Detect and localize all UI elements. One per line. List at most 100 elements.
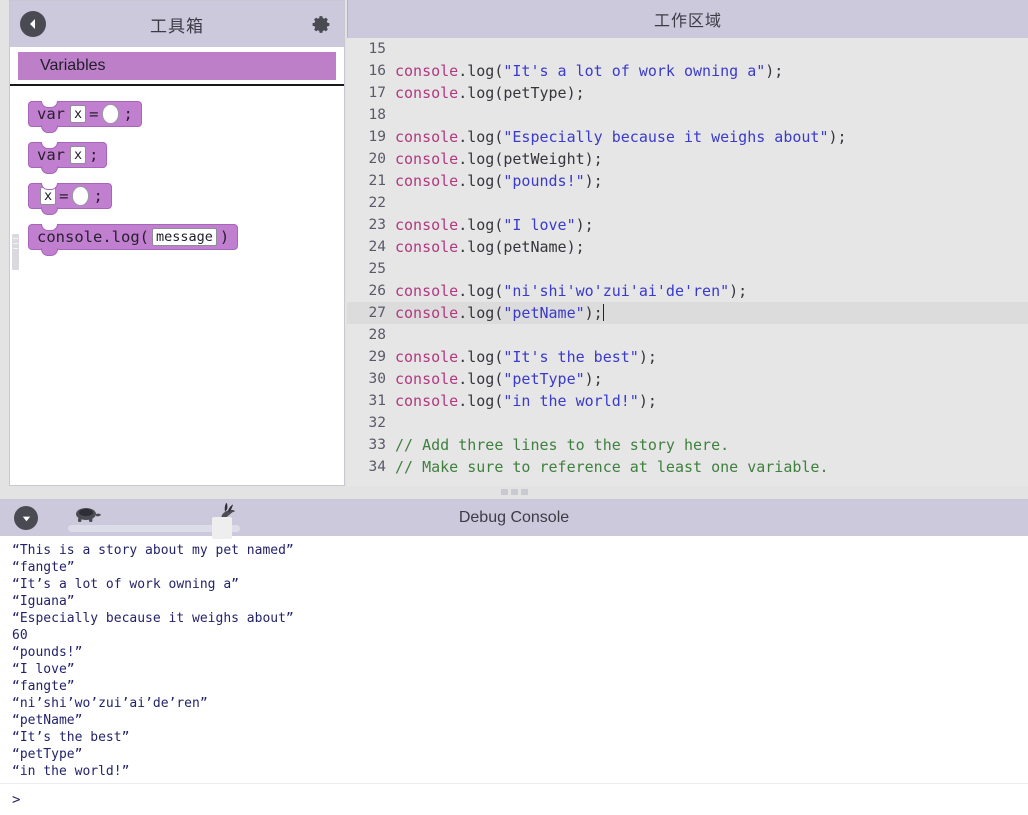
code-token-obj: console xyxy=(395,150,459,168)
code-line[interactable]: 23 console.log("I love"); xyxy=(347,214,1028,236)
code-line[interactable]: 32 xyxy=(347,412,1028,434)
code-token-id: petWeight xyxy=(503,150,585,168)
code-token-punc: ); xyxy=(575,216,594,234)
code-token-dot: . xyxy=(458,282,468,300)
code-line[interactable]: 28 xyxy=(347,324,1028,346)
console-output-line: “fangte” xyxy=(12,560,75,575)
code-line[interactable]: 33 // Add three lines to the story here. xyxy=(347,434,1028,456)
back-arrow-icon[interactable] xyxy=(20,11,46,37)
block-canvas[interactable]: var x = ; var x ; x = ; console.log(mes… xyxy=(10,86,344,485)
debug-console-input[interactable]: > xyxy=(0,783,1028,815)
workspace-title: 工作区域 xyxy=(653,11,722,30)
code-line[interactable]: 20 console.log(petWeight); xyxy=(347,148,1028,170)
speed-slider-thumb[interactable] xyxy=(212,517,232,539)
console-output-line: “petName” xyxy=(12,713,83,728)
code-token-dot: . xyxy=(458,172,468,190)
line-number: 18 xyxy=(368,107,386,123)
code-token-obj: console xyxy=(395,304,459,322)
code-line[interactable]: 31 console.log("in the world!"); xyxy=(347,390,1028,412)
code-line[interactable]: 34 // Make sure to reference at least one… xyxy=(347,456,1028,478)
code-line[interactable]: 26 console.log("ni'shi'wo'zui'ai'de'ren")… xyxy=(347,280,1028,302)
block-canvas-scrollbar[interactable] xyxy=(12,234,19,270)
code-token-obj: console xyxy=(395,282,459,300)
code-token-obj: console xyxy=(395,62,459,80)
block-field-x[interactable]: x xyxy=(70,146,87,164)
block-operator-equals: = xyxy=(89,105,99,123)
console-output-line: “Especially because it weighs about” xyxy=(12,611,294,626)
code-token-punc: ); xyxy=(638,392,657,410)
line-number: 19 xyxy=(368,129,386,145)
code-token-dot: . xyxy=(458,370,468,388)
top-region: 工具箱 Variables var x = ; var x ; x = ; co… xyxy=(0,0,1028,497)
toolbox-panel: 工具箱 Variables var x = ; var x ; x = ; co… xyxy=(9,0,345,486)
line-number: 27 xyxy=(368,305,386,321)
block-var-declare[interactable]: var x ; xyxy=(28,141,108,174)
code-token-punc: ); xyxy=(828,128,847,146)
panel-splitter[interactable] xyxy=(0,486,1028,497)
code-line[interactable]: 18 xyxy=(347,104,1028,126)
code-line[interactable]: 17 console.log(petType); xyxy=(347,82,1028,104)
code-line-text: console.log(petWeight); xyxy=(395,148,1028,170)
code-token-obj: console xyxy=(395,392,459,410)
workspace-panel: 工作区域 15 16 console.log("It's a lot of work… xyxy=(347,0,1028,486)
code-line[interactable]: 30 console.log("petType"); xyxy=(347,368,1028,390)
code-token-str: "pounds!" xyxy=(503,172,585,190)
code-token-punc: ); xyxy=(566,84,585,102)
code-token-prop: log xyxy=(467,216,495,234)
console-output-line: “ni’shi’wo’zui’ai’de’ren” xyxy=(12,696,208,711)
gear-icon[interactable] xyxy=(308,11,334,37)
console-output-line: “It’s the best” xyxy=(12,730,130,745)
line-number: 20 xyxy=(368,151,386,167)
code-token-prop: log xyxy=(467,172,495,190)
category-variables[interactable]: Variables xyxy=(18,52,336,80)
code-token-str: "in the world!" xyxy=(503,392,639,410)
block-keyword-var: var xyxy=(37,105,65,123)
code-line[interactable]: 24 console.log(petName); xyxy=(347,236,1028,258)
code-line-text: console.log("ni'shi'wo'zui'ai'de'ren"); xyxy=(395,280,1028,302)
block-field-x[interactable]: x xyxy=(70,105,87,123)
chevron-down-icon[interactable] xyxy=(14,506,38,530)
line-number: 22 xyxy=(368,195,386,211)
block-assign[interactable]: x = ; xyxy=(28,182,112,215)
text-cursor xyxy=(602,304,604,321)
console-output-line: “in the world!” xyxy=(12,764,130,779)
line-number: 33 xyxy=(368,437,386,453)
code-editor[interactable]: 15 16 console.log("It's a lot of work owni… xyxy=(347,38,1028,486)
line-number: 21 xyxy=(368,173,386,189)
console-output-line: “I love” xyxy=(12,662,75,677)
code-line[interactable]: 29 console.log("It's the best"); xyxy=(347,346,1028,368)
code-token-dot: . xyxy=(458,348,468,366)
block-value-socket[interactable] xyxy=(72,186,90,206)
code-token-str: "It's a lot of work owning a" xyxy=(503,62,766,80)
code-token-prop: log xyxy=(467,370,495,388)
block-value-socket[interactable] xyxy=(102,104,120,124)
console-output-line: “Iguana” xyxy=(12,594,75,609)
code-token-obj: console xyxy=(395,84,459,102)
block-field-x[interactable]: x xyxy=(40,187,57,205)
code-line-text: console.log("It's a lot of work owning a… xyxy=(395,60,1028,82)
block-operator-equals: = xyxy=(59,187,69,205)
code-line[interactable]: 21 console.log("pounds!"); xyxy=(347,170,1028,192)
code-line[interactable]: 27 console.log("petName"); xyxy=(347,302,1028,324)
code-line[interactable]: 22 xyxy=(347,192,1028,214)
code-token-str: "It's the best" xyxy=(503,348,639,366)
speed-slider[interactable] xyxy=(62,500,247,539)
code-token-str: "petName" xyxy=(503,304,585,322)
line-number: 32 xyxy=(368,415,386,431)
code-line[interactable]: 19 console.log("Especially because it wei… xyxy=(347,126,1028,148)
app-root: 工具箱 Variables var x = ; var x ; x = ; co… xyxy=(0,0,1028,815)
code-token-dot: . xyxy=(458,62,468,80)
block-semicolon: ; xyxy=(93,187,103,205)
block-console-log[interactable]: console.log( message ) xyxy=(28,223,239,256)
code-line[interactable]: 25 xyxy=(347,258,1028,280)
code-token-dot: . xyxy=(458,392,468,410)
code-token-punc: ); xyxy=(765,62,784,80)
code-token-str: "petType" xyxy=(503,370,585,388)
block-semicolon: ; xyxy=(89,146,99,164)
block-field-message[interactable]: message xyxy=(151,228,217,246)
code-line[interactable]: 16 console.log("It's a lot of work owning… xyxy=(347,60,1028,82)
code-line[interactable]: 15 xyxy=(347,38,1028,60)
line-number: 30 xyxy=(368,371,386,387)
block-var-assign[interactable]: var x = ; xyxy=(28,100,142,133)
code-token-punc: ); xyxy=(638,348,657,366)
